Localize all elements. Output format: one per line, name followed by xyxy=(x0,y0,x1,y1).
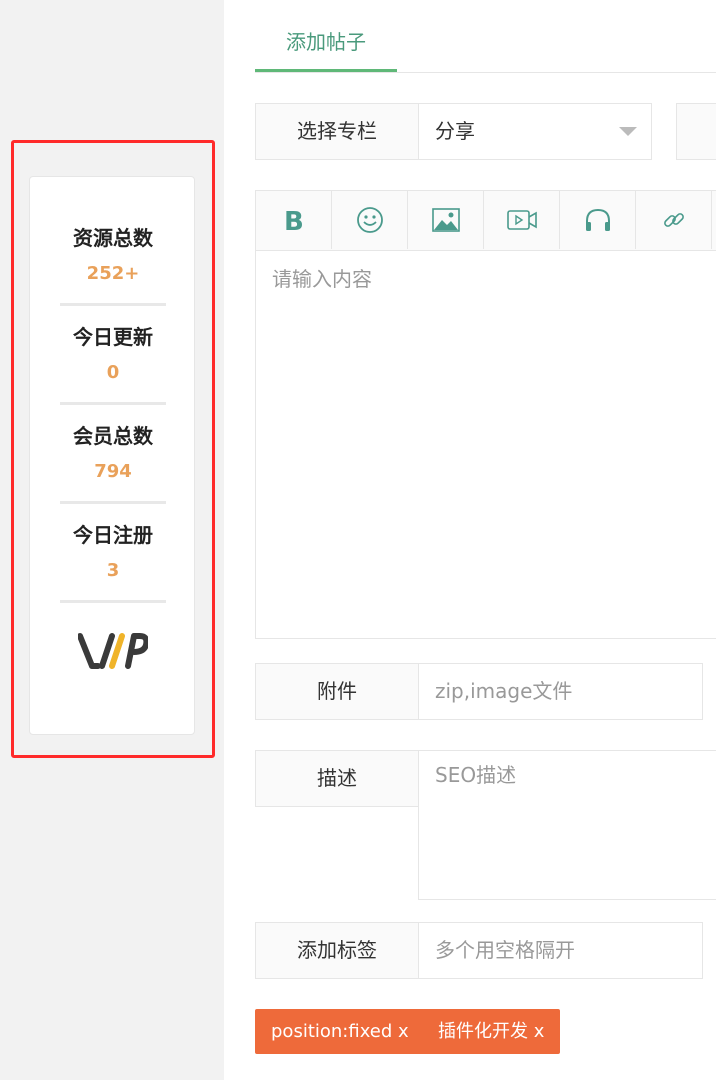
tag-chip[interactable]: position:fixed x xyxy=(255,1009,425,1054)
stats-card: 资源总数 252+ 今日更新 0 会员总数 794 今日注册 3 xyxy=(29,176,195,735)
vip-logo xyxy=(78,633,148,669)
stat-value: 0 xyxy=(106,362,120,383)
stat-label: 会员总数 xyxy=(73,424,153,448)
editor-toolbar: B xyxy=(256,191,716,251)
editor-placeholder: 请输入内容 xyxy=(272,267,372,291)
link-button[interactable] xyxy=(636,191,712,249)
column-select-value: 分享 xyxy=(435,119,475,143)
column-select[interactable]: 分享 xyxy=(418,103,652,160)
audio-button[interactable] xyxy=(560,191,636,249)
secondary-select[interactable] xyxy=(676,103,716,160)
stat-value: 3 xyxy=(106,560,120,581)
description-textarea[interactable]: SEO描述 xyxy=(418,750,716,900)
stat-divider xyxy=(60,402,166,405)
left-sidebar: 资源总数 252+ 今日更新 0 会员总数 794 今日注册 3 xyxy=(0,0,224,1080)
stat-value: 252+ xyxy=(86,263,140,284)
stat-label: 资源总数 xyxy=(73,226,153,250)
stat-divider xyxy=(60,303,166,306)
bold-icon: B xyxy=(284,207,304,233)
stat-total-members: 会员总数 794 xyxy=(60,424,166,483)
stat-total-resources: 资源总数 252+ xyxy=(60,226,166,285)
attachment-label: 附件 xyxy=(255,663,419,720)
tag-chip[interactable]: 插件化开发 x xyxy=(422,1009,561,1054)
content-editor[interactable]: B 请输入内容 xyxy=(255,190,716,639)
stat-today-registrations: 今日注册 3 xyxy=(60,523,166,582)
image-icon xyxy=(431,208,460,232)
description-label: 描述 xyxy=(255,750,419,807)
svg-text:B: B xyxy=(284,207,304,233)
stat-label: 今日注册 xyxy=(73,523,153,547)
emoji-button[interactable] xyxy=(332,191,408,249)
link-icon xyxy=(663,213,684,227)
stat-label: 今日更新 xyxy=(73,325,153,349)
tab-add-post[interactable]: 添加帖子 xyxy=(255,0,397,72)
emoji-icon xyxy=(356,207,383,233)
stat-today-updates: 今日更新 0 xyxy=(60,325,166,384)
stat-divider xyxy=(60,501,166,504)
chevron-down-icon xyxy=(619,127,637,136)
column-label: 选择专栏 xyxy=(255,103,419,160)
tags-input[interactable]: 多个用空格隔开 xyxy=(418,922,703,979)
tags-label: 添加标签 xyxy=(255,922,419,979)
stat-divider xyxy=(60,600,166,603)
audio-icon xyxy=(585,208,610,231)
video-button[interactable] xyxy=(484,191,560,249)
main-panel: 添加帖子 选择专栏 分享 B 请输入内容 附件 zip,image文件 描述 S… xyxy=(224,0,716,1080)
tab-bar: 添加帖子 xyxy=(255,0,716,73)
bold-button[interactable]: B xyxy=(256,191,332,249)
stat-value: 794 xyxy=(94,461,132,482)
video-icon xyxy=(506,210,537,230)
attachment-input[interactable]: zip,image文件 xyxy=(418,663,703,720)
image-button[interactable] xyxy=(408,191,484,249)
